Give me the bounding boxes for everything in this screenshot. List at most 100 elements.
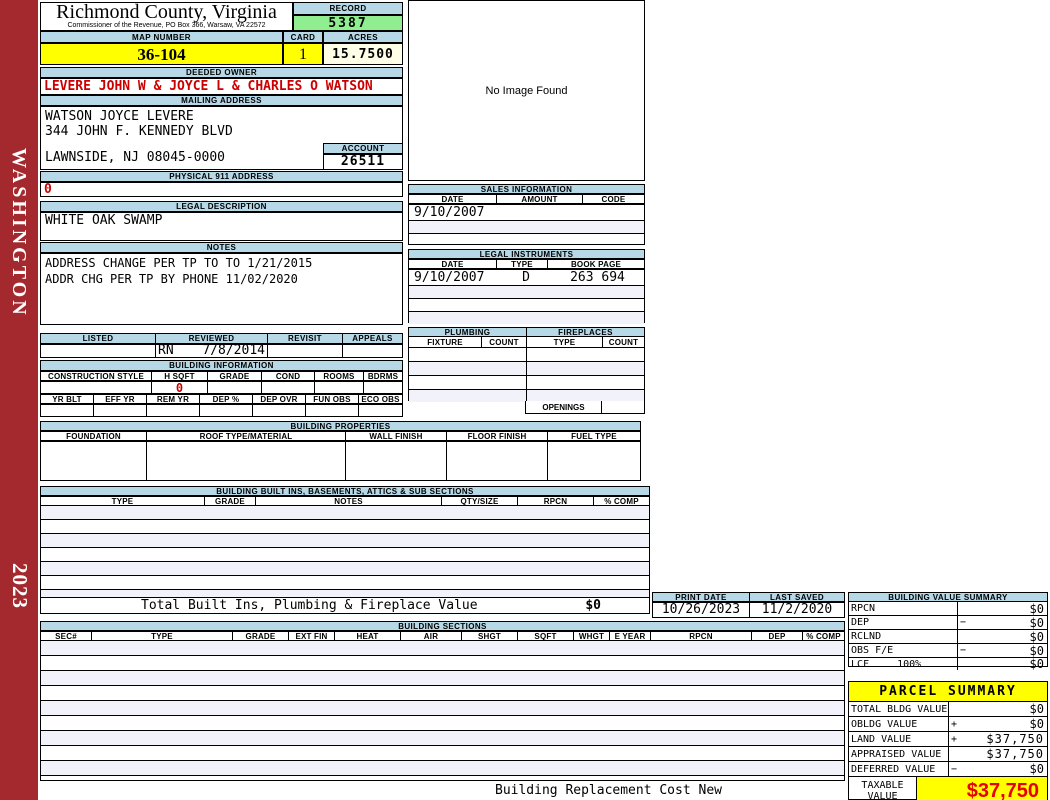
- building-sections-columns: SEC# TYPE GRADE EXT FIN HEAT AIR SHGT SQ…: [40, 631, 845, 641]
- bvs-label: RPCN: [851, 603, 876, 614]
- plumbing-col-count: COUNT: [482, 337, 527, 347]
- notes-line2: ADDR CHG PER TP BY PHONE 11/02/2020: [45, 272, 298, 286]
- plumbing-title: PLUMBING: [408, 327, 526, 337]
- listed-value: [40, 344, 155, 358]
- last-saved-label: LAST SAVED: [749, 592, 845, 602]
- openings-spacer: [408, 401, 525, 414]
- bs-col-rpcn: RPCN: [651, 632, 752, 641]
- bs-col-heat: HEAT: [335, 632, 401, 641]
- parcel-row: APPRAISED VALUE $37,750: [849, 747, 1047, 762]
- legal-instrument-row: [409, 312, 644, 324]
- property-photo-panel: No Image Found: [408, 0, 645, 181]
- bvs-op-value: − $0: [957, 644, 1047, 658]
- sales-rows: 9/10/2007: [408, 204, 645, 245]
- plumbing-fireplaces: PLUMBING FIREPLACES FIXTURE COUNT TYPE C…: [408, 327, 645, 414]
- building-section-row: [41, 731, 844, 746]
- legal-instrument-row: [409, 286, 644, 299]
- openings-value: [602, 401, 645, 414]
- taxable-row: TAXABLE VALUE $37,750: [849, 777, 1047, 800]
- sales-code: [586, 205, 644, 220]
- physical-address-value: 0: [40, 182, 403, 197]
- bvs-value: $0: [1029, 601, 1044, 616]
- sales-col-date: DATE: [409, 195, 497, 204]
- parcel-label: DEFERRED VALUE: [851, 763, 936, 775]
- legal-description-value: WHITE OAK SWAMP: [40, 212, 403, 241]
- built-ins-row: [41, 562, 649, 576]
- bs-col-air: AIR: [401, 632, 462, 641]
- bi-col-grade: GRADE: [208, 372, 262, 381]
- bi-col-bdrms: BDRMS: [367, 371, 399, 381]
- parcel-row: DEFERRED VALUE − $0: [849, 762, 1047, 777]
- taxable-label: TAXABLE VALUE: [849, 777, 917, 800]
- bii-col-qty: QTY/SIZE: [442, 497, 518, 506]
- bp-wall-value: [346, 442, 447, 480]
- physical-address-label: PHYSICAL 911 ADDRESS: [40, 171, 403, 182]
- li-bookpage: 263 694: [570, 270, 625, 285]
- building-info-values-2: [40, 404, 403, 417]
- parcel-value: $37,750: [986, 747, 1044, 761]
- built-ins-total-row: Total Built Ins, Plumbing & Fireplace Va…: [40, 597, 650, 614]
- bii-col-comp: % COMP: [604, 496, 639, 506]
- sidebar: WASHINGTON 2023: [0, 0, 38, 800]
- acres-label: ACRES: [323, 31, 403, 43]
- bi-funobs-value: [306, 405, 359, 416]
- bvs-row: DEP − $0: [849, 616, 1047, 630]
- parcel-op: +: [951, 718, 958, 730]
- building-properties-title: BUILDING PROPERTIES: [40, 421, 641, 431]
- parcel-row: LAND VALUE + $37,750: [849, 732, 1047, 747]
- bi-rooms-value: [315, 382, 364, 393]
- bi-col-funobs: FUN OBS: [306, 395, 359, 404]
- building-sections-rows: [40, 641, 845, 781]
- li-col-type: TYPE: [497, 260, 548, 269]
- building-section-row: [41, 686, 844, 701]
- building-section-row: [41, 746, 844, 761]
- reviewed-value: RN 7/8/2014: [155, 344, 267, 358]
- parcel-label: OBLDG VALUE: [851, 718, 918, 730]
- print-date-value: 10/26/2023: [652, 602, 749, 618]
- bi-style-value: [41, 382, 152, 393]
- record-label: RECORD: [293, 2, 403, 15]
- bi-dep-value: [200, 405, 253, 416]
- plumbing-row: [409, 376, 526, 390]
- footer-text: Building Replacement Cost New: [495, 783, 722, 798]
- bvs-op: −: [960, 617, 967, 628]
- fireplaces-row: [527, 348, 644, 362]
- print-info-header: PRINT DATE LAST SAVED: [652, 592, 845, 602]
- fireplaces-title: FIREPLACES: [526, 327, 645, 337]
- revisit-label: REVISIT: [267, 333, 342, 344]
- bi-yrblt-value: [41, 405, 94, 416]
- plumbing-col-fixture: FIXTURE: [409, 337, 482, 347]
- mailing-line2: 344 JOHN F. KENNEDY BLVD: [45, 124, 233, 139]
- mailing-line3: LAWNSIDE, NJ 08045-0000: [45, 150, 226, 165]
- building-value-summary-title: BUILDING VALUE SUMMARY: [848, 592, 1048, 602]
- openings-label: OPENINGS: [525, 401, 602, 414]
- map-number-label: MAP NUMBER: [40, 31, 283, 43]
- bs-col-extfin: EXT FIN: [289, 632, 335, 641]
- building-section-row: [41, 761, 844, 776]
- parcel-label: TOTAL BLDG VALUE: [851, 703, 948, 715]
- parcel-op-value: − $0: [948, 762, 1047, 776]
- parcel-summary: PARCEL SUMMARY TOTAL BLDG VALUE $0 OBLDG…: [848, 681, 1048, 800]
- built-ins-title: BUILDING BUILT INS, BASEMENTS, ATTICS & …: [40, 486, 650, 496]
- card-value: 1: [283, 43, 323, 65]
- bp-col-fuel: FUEL TYPE: [571, 431, 617, 441]
- bvs-pct: 100%: [897, 658, 922, 670]
- legal-instruments-title: LEGAL INSTRUMENTS: [408, 249, 645, 259]
- parcel-op: −: [951, 763, 958, 775]
- deeded-owner-value: LEVERE JOHN W & JOYCE L & CHARLES O WATS…: [40, 78, 403, 95]
- notes-line1: ADDRESS CHANGE PER TP TO TO 1/21/2015: [45, 256, 313, 270]
- deeded-owner-label: DEEDED OWNER: [40, 67, 403, 78]
- bi-ecoobs-value: [359, 405, 402, 416]
- bs-col-dep: DEP: [752, 632, 803, 641]
- bp-fuel-value: [548, 442, 640, 480]
- parcel-value: $0: [1029, 762, 1044, 776]
- sales-col-amount: AMOUNT: [497, 195, 583, 204]
- built-ins-row: [41, 520, 649, 534]
- reviewed-by: RN: [158, 343, 174, 358]
- bi-col-hsqft: H SQFT: [152, 372, 208, 381]
- card-label: CARD: [283, 31, 323, 43]
- county-title-box: Richmond County, Virginia Commissioner o…: [40, 2, 293, 31]
- parcel-value: $37,750: [986, 732, 1044, 746]
- sales-columns: DATE AMOUNT CODE: [408, 194, 645, 204]
- bi-col-yrblt: YR BLT: [41, 395, 94, 404]
